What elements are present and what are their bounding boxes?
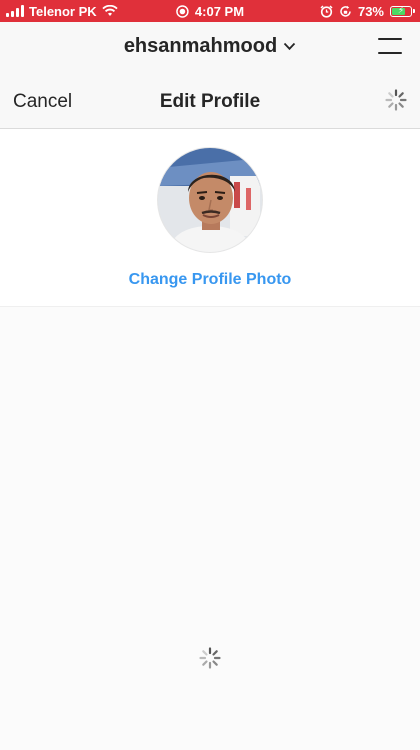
- profile-photo: [158, 148, 262, 252]
- rotation-lock-icon: [340, 5, 351, 17]
- status-right: 73% ⚡: [320, 4, 420, 19]
- nav-bar: Cancel Edit Profile: [0, 72, 420, 129]
- wifi-icon: [102, 5, 118, 16]
- status-bar: Telenor PK 4:07 PM 73% ⚡: [0, 0, 420, 22]
- profile-photo-section: Change Profile Photo: [0, 129, 420, 307]
- battery-label: 73%: [357, 3, 384, 19]
- time-label: 4:07 PM: [194, 3, 245, 19]
- status-center: 4:07 PM: [176, 4, 244, 19]
- account-header: ehsanmahmood: [0, 22, 420, 72]
- account-switcher[interactable]: ehsanmahmood: [0, 35, 420, 58]
- loading-spinner-icon: [385, 89, 407, 111]
- status-left: Telenor PK: [0, 4, 118, 19]
- menu-line-top: [378, 38, 402, 40]
- menu-button[interactable]: [378, 38, 402, 54]
- loading-spinner-icon: [199, 647, 221, 669]
- alarm-icon: [320, 4, 333, 18]
- chevron-down-icon: [284, 43, 296, 51]
- profile-form-area: [0, 307, 420, 750]
- change-profile-photo-button[interactable]: Change Profile Photo: [0, 271, 420, 289]
- avatar[interactable]: [157, 147, 263, 253]
- recording-icon: [176, 4, 189, 18]
- page-title: Edit Profile: [159, 91, 261, 112]
- menu-line-bottom: [378, 52, 402, 54]
- battery-charging-icon: ⚡: [390, 5, 415, 17]
- carrier-label: Telenor PK: [29, 3, 97, 19]
- signal-icon: [6, 5, 24, 17]
- username-label: ehsanmahmood: [123, 35, 278, 57]
